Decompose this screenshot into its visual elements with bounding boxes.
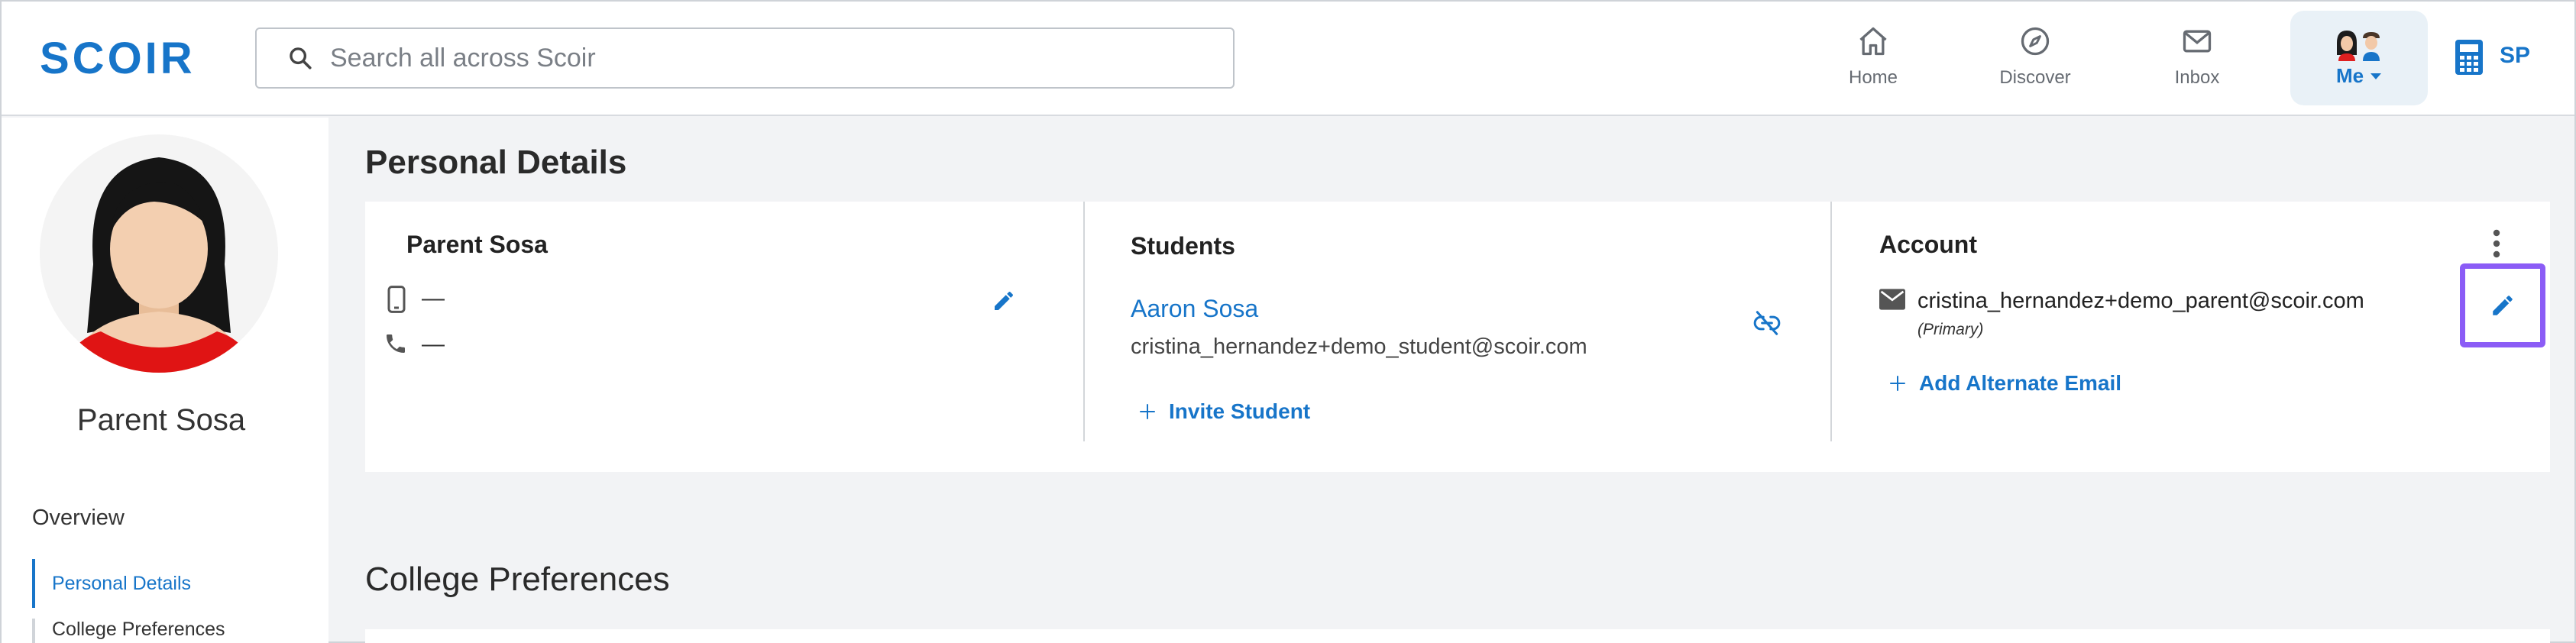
unlink-icon[interactable] <box>1752 309 1782 338</box>
nav-home-label: Home <box>1848 67 1898 88</box>
search-bar[interactable] <box>255 27 1235 89</box>
mobile-phone-icon <box>387 286 406 313</box>
search-input[interactable] <box>330 43 1170 73</box>
caret-down-icon <box>2371 73 2382 79</box>
phone-icon <box>387 334 405 353</box>
top-header: SCOIR Home Discover Inbox Me SP <box>2 2 2574 116</box>
plus-icon <box>1140 404 1155 419</box>
invite-student-button[interactable]: Invite Student <box>1138 399 1310 424</box>
column-divider <box>1083 202 1085 441</box>
nav-discover-label: Discover <box>1999 67 2071 88</box>
me-menu-button[interactable]: Me <box>2290 11 2428 105</box>
column-divider <box>1830 202 1832 441</box>
college-preferences-card <box>365 629 2550 643</box>
sidebar-item-personal-details[interactable]: Personal Details <box>32 559 191 608</box>
sidebar-overview-heading: Overview <box>32 506 125 530</box>
account-heading: Account <box>1879 231 1977 258</box>
add-alternate-email-label: Add Alternate Email <box>1919 371 2122 395</box>
calculator-icon[interactable] <box>2455 40 2483 75</box>
primary-email-tag: (Primary) <box>1917 321 1984 338</box>
more-options-icon[interactable] <box>2486 228 2507 260</box>
me-label: Me <box>2336 64 2382 88</box>
user-initials[interactable]: SP <box>2500 43 2530 69</box>
sidebar-item-college-preferences[interactable]: College Preferences <box>32 619 225 643</box>
nav-home[interactable]: Home <box>1812 24 1934 89</box>
student-name-link[interactable]: Aaron Sosa <box>1131 295 1258 323</box>
edit-pencil-icon[interactable] <box>992 289 1016 313</box>
avatar-illustration <box>40 134 278 373</box>
phone-value: — <box>422 331 445 357</box>
family-avatars-icon <box>2337 31 2380 61</box>
compass-icon <box>2021 27 2050 56</box>
profile-name: Parent Sosa <box>76 403 246 437</box>
account-email: cristina_hernandez+demo_parent@scoir.com <box>1917 289 2364 313</box>
nav-inbox[interactable]: Inbox <box>2136 24 2258 89</box>
mail-icon <box>1879 289 1905 310</box>
nav-inbox-label: Inbox <box>2174 67 2220 88</box>
students-heading: Students <box>1131 232 1235 260</box>
me-text: Me <box>2335 64 2364 87</box>
envelope-icon <box>2183 30 2212 53</box>
invite-student-label: Invite Student <box>1169 399 1311 423</box>
home-icon <box>1859 27 1887 56</box>
plus-icon <box>1890 376 1905 391</box>
add-alternate-email-button[interactable]: Add Alternate Email <box>1888 371 2121 396</box>
edit-email-highlight[interactable] <box>2460 263 2545 347</box>
nav-discover[interactable]: Discover <box>1974 24 2096 89</box>
sidebar: Parent Sosa Overview Personal Details Co… <box>2 118 328 643</box>
personal-details-title: Personal Details <box>365 144 627 181</box>
profile-avatar <box>40 134 278 373</box>
edit-pencil-icon[interactable] <box>2490 292 2516 318</box>
parent-name-heading: Parent Sosa <box>406 231 548 258</box>
mobile-value: — <box>422 286 445 311</box>
search-icon <box>290 47 312 69</box>
scoir-logo[interactable]: SCOIR <box>40 34 196 83</box>
student-email: cristina_hernandez+demo_student@scoir.co… <box>1131 334 1587 359</box>
college-preferences-title: College Preferences <box>365 561 670 598</box>
